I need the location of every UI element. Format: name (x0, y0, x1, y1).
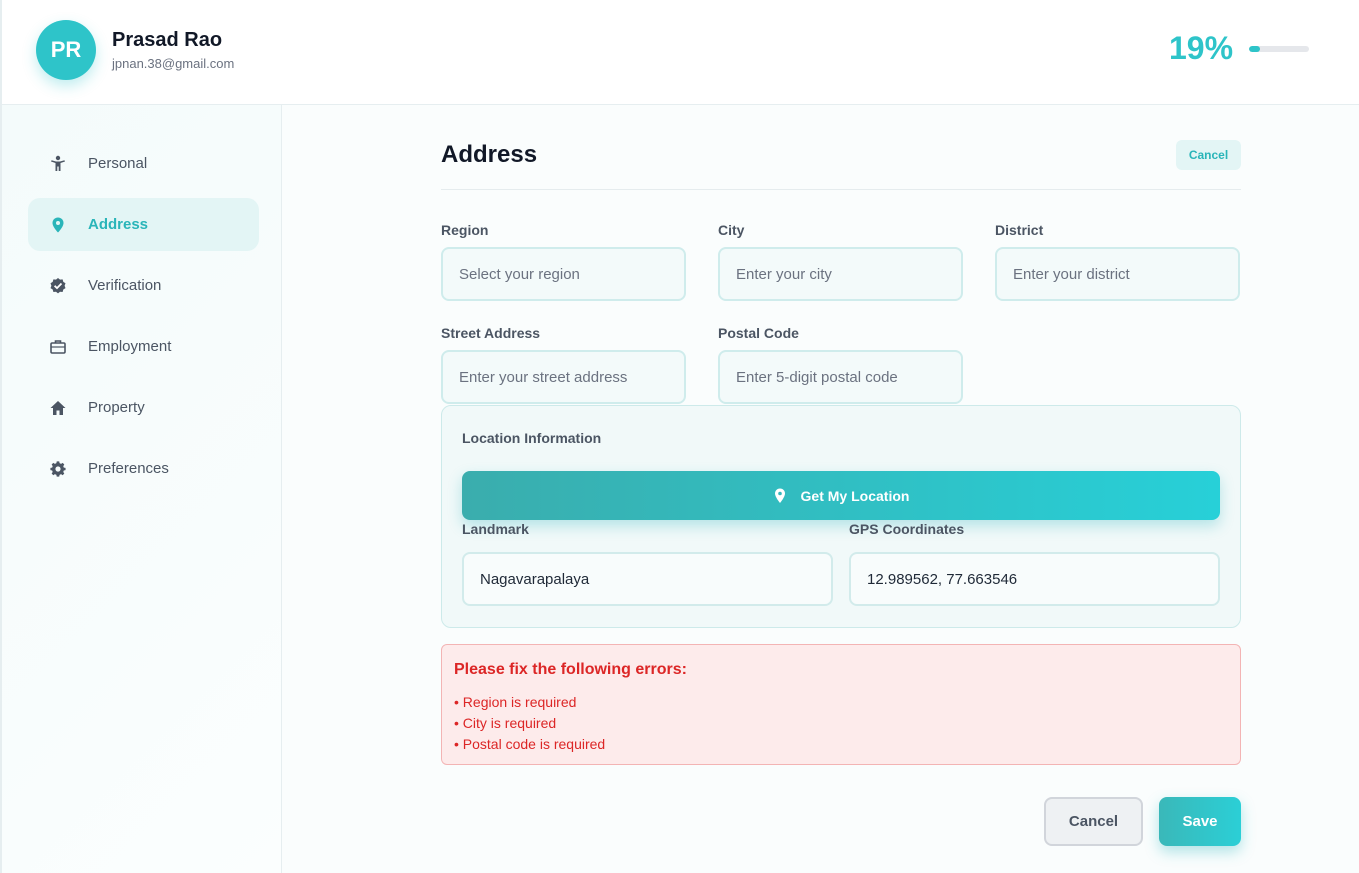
divider (441, 189, 1241, 190)
error-item: City is required (454, 713, 605, 734)
avatar: PR (36, 20, 96, 80)
verified-badge-icon (28, 277, 88, 295)
city-label: City (718, 222, 745, 238)
postal-code-input[interactable] (718, 350, 963, 404)
error-item: Postal code is required (454, 734, 605, 755)
error-list: Region is required City is required Post… (454, 692, 605, 755)
address-form-panel: Address Cancel Region City District Stre… (282, 105, 1359, 873)
user-name: Prasad Rao (112, 29, 223, 51)
error-item: Region is required (454, 692, 605, 713)
person-icon (28, 155, 88, 173)
gear-icon (28, 460, 88, 478)
sidebar: Personal Address Verification Employment… (0, 105, 282, 873)
page-title: Address (441, 141, 538, 168)
location-pin-icon (28, 216, 88, 234)
sidebar-item-label: Personal (88, 155, 148, 172)
sidebar-item-preferences[interactable]: Preferences (28, 442, 259, 495)
landmark-label: Landmark (462, 521, 529, 537)
briefcase-icon (28, 338, 88, 356)
street-address-input[interactable] (441, 350, 686, 404)
save-button[interactable]: Save (1159, 797, 1241, 846)
sidebar-item-verification[interactable]: Verification (28, 259, 259, 312)
profile-header: PR Prasad Rao jpnan.38@gmail.com 19% (0, 0, 1359, 105)
landmark-input[interactable] (462, 552, 833, 606)
sidebar-item-label: Address (88, 216, 149, 233)
sidebar-item-property[interactable]: Property (28, 381, 259, 434)
gps-coordinates-label: GPS Coordinates (849, 521, 965, 537)
get-my-location-button[interactable]: Get My Location (462, 471, 1220, 520)
city-input[interactable] (718, 247, 963, 301)
sidebar-item-label: Employment (88, 338, 172, 355)
home-icon (28, 399, 88, 417)
sidebar-item-label: Verification (88, 277, 162, 294)
location-information-panel: Location Information Get My Location Lan… (441, 405, 1241, 628)
error-message-box: Please fix the following errors: Region … (441, 644, 1241, 765)
gps-coordinates-input[interactable] (849, 552, 1220, 606)
cancel-button[interactable]: Cancel (1044, 797, 1143, 846)
user-email: jpnan.38@gmail.com (112, 56, 235, 71)
street-address-label: Street Address (441, 325, 541, 341)
sidebar-item-employment[interactable]: Employment (28, 320, 259, 373)
location-section-title: Location Information (462, 430, 602, 446)
location-pin-icon (774, 488, 785, 503)
region-label: Region (441, 222, 489, 238)
district-label: District (995, 222, 1044, 238)
progress-bar-fill (1249, 46, 1261, 52)
postal-code-label: Postal Code (718, 325, 799, 341)
progress-bar (1249, 46, 1309, 52)
sidebar-item-label: Property (88, 399, 145, 416)
sidebar-item-personal[interactable]: Personal (28, 137, 259, 190)
header-cancel-button[interactable]: Cancel (1176, 140, 1241, 170)
district-input[interactable] (995, 247, 1240, 301)
error-title: Please fix the following errors: (454, 661, 687, 678)
get-my-location-label: Get My Location (800, 487, 910, 504)
region-select[interactable] (441, 247, 686, 301)
progress-percentage: 19% (1169, 30, 1234, 66)
sidebar-item-label: Preferences (88, 460, 169, 477)
sidebar-item-address[interactable]: Address (28, 198, 259, 251)
